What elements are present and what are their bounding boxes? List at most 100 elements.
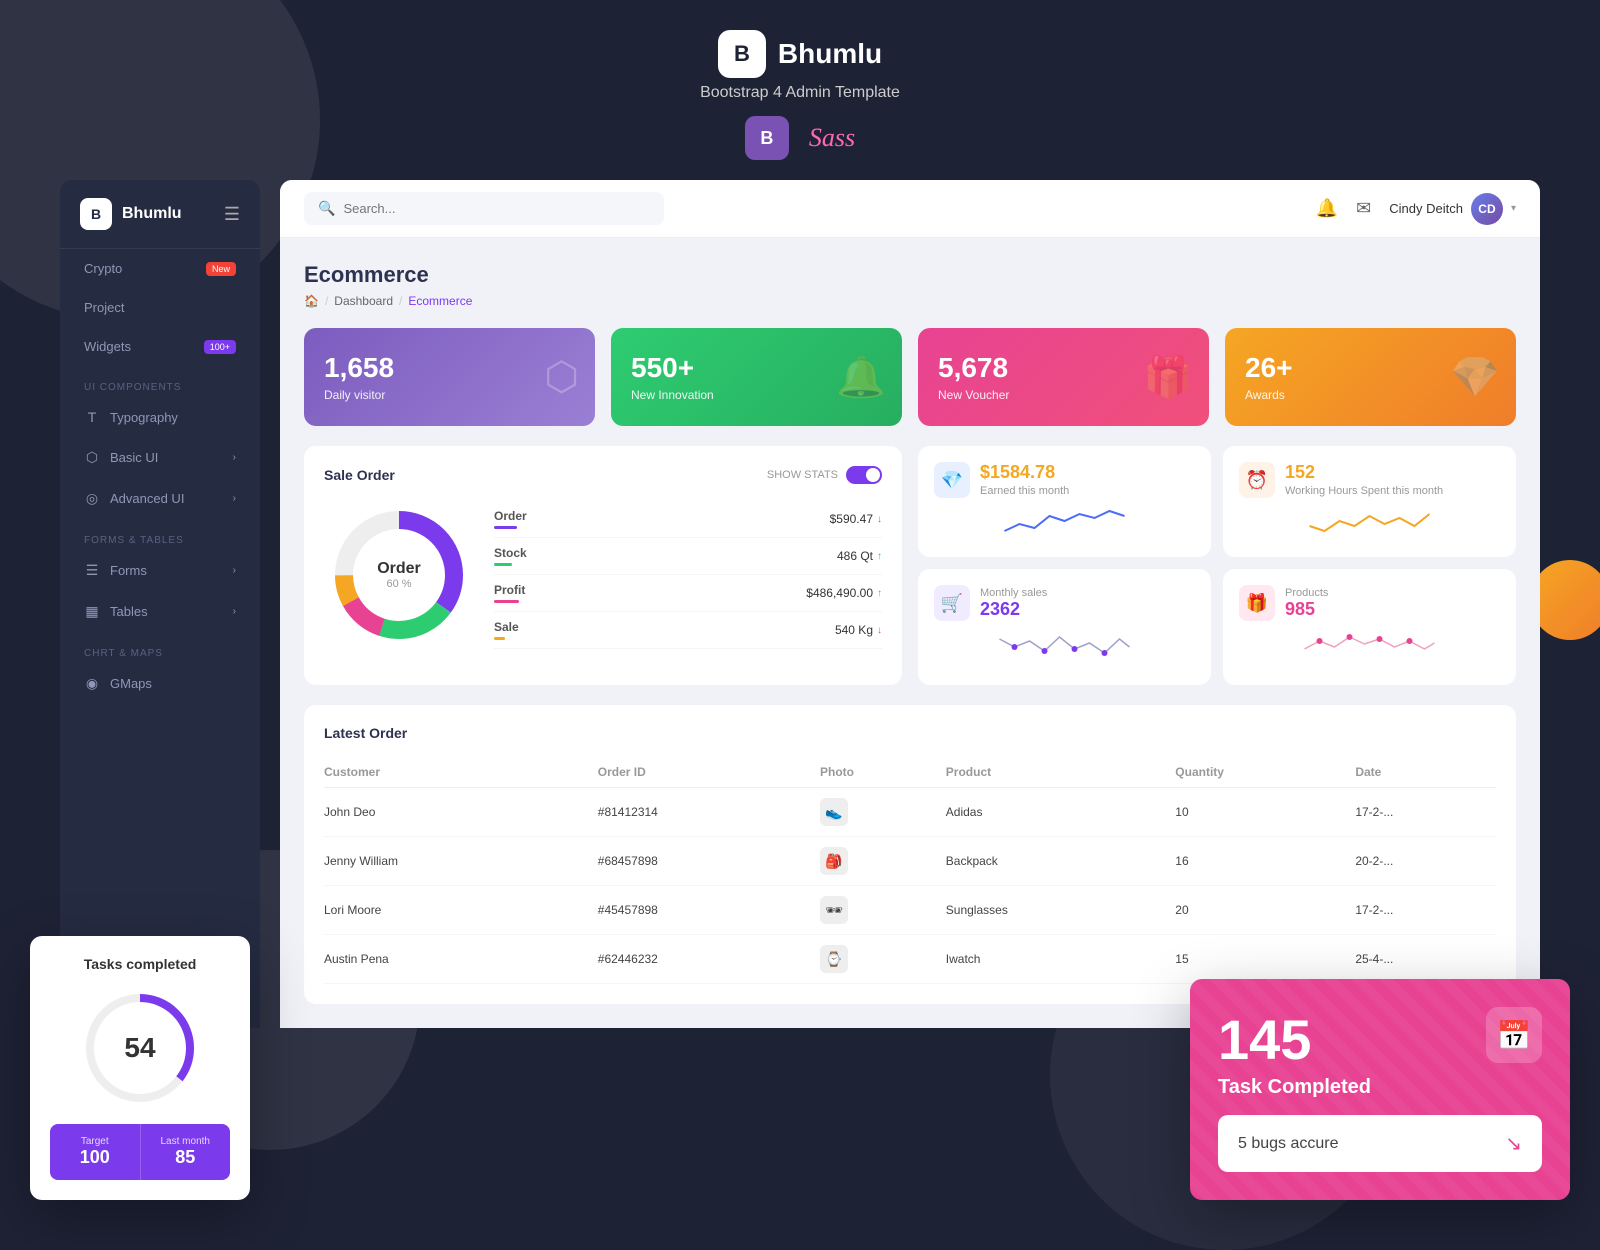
tasks-footer: Target 100 Last month 85 xyxy=(50,1124,230,1180)
mini-stat-earned: 💎 $1584.78 Earned this month xyxy=(918,446,1211,557)
tasks-circle: 54 xyxy=(50,988,230,1108)
col-quantity: Quantity xyxy=(1175,757,1355,788)
col-photo: Photo xyxy=(820,757,946,788)
sidebar-item-forms[interactable]: ☰ Forms › xyxy=(60,550,260,591)
col-customer: Customer xyxy=(324,757,598,788)
tasks-card: Tasks completed 54 Target 100 Last month… xyxy=(30,936,250,1200)
sidebar-brand-name: Bhumlu xyxy=(122,205,182,223)
sidebar-item-project[interactable]: Project xyxy=(60,288,260,327)
sidebar-badge-count: 100+ xyxy=(204,340,236,354)
tasks-number: 54 xyxy=(124,1032,155,1064)
hamburger-icon[interactable]: ☰ xyxy=(224,204,240,225)
gift-icon: 🎁 xyxy=(1239,585,1275,621)
breadcrumb-dashboard[interactable]: Dashboard xyxy=(334,294,393,308)
stat-row-order: Order $590.47 ↓ xyxy=(494,501,882,538)
task-bugs-card: 5 bugs accure ↘ xyxy=(1218,1115,1542,1172)
cell-date-2: 17-2-... xyxy=(1355,886,1496,935)
chevron-right-icon: › xyxy=(233,452,236,463)
chevron-right-icon-3: › xyxy=(233,565,236,576)
breadcrumb-home-icon: 🏠 xyxy=(304,294,319,308)
sidebar-item-typography[interactable]: T Typography xyxy=(60,397,260,437)
topnav: 🔍 🔔 ✉ Cindy Deitch CD ▾ xyxy=(280,180,1540,238)
mini-stat-hours-header: ⏰ 152 Working Hours Spent this month xyxy=(1239,462,1500,498)
arrow-down-icon-2: ↓ xyxy=(877,625,882,636)
basic-ui-icon: ⬡ xyxy=(84,449,100,466)
products-sparkline xyxy=(1239,629,1500,669)
chevron-right-icon-4: › xyxy=(233,606,236,617)
mini-stat-products-value: 985 xyxy=(1285,599,1328,620)
stat-card-new-voucher: 5,678 New Voucher 🎁 xyxy=(918,328,1209,426)
sidebar-item-advanced-ui[interactable]: ◎ Advanced UI › xyxy=(60,478,260,519)
mini-stat-products-sublabel: Products xyxy=(1285,587,1328,599)
sidebar-badge-new: New xyxy=(206,262,236,276)
tables-icon: ▦ xyxy=(84,603,100,620)
mini-stat-hours-value: 152 xyxy=(1285,462,1443,483)
col-order-id: Order ID xyxy=(598,757,820,788)
stat-row-order-value: $590.47 ↓ xyxy=(830,512,882,526)
forms-icon: ☰ xyxy=(84,562,100,579)
cell-product-0: Adidas xyxy=(946,788,1176,837)
tasks-title: Tasks completed xyxy=(50,956,230,972)
deco-orange-circle xyxy=(1530,560,1600,640)
sidebar-item-forms-label: Forms xyxy=(110,563,147,578)
latest-order-table: Customer Order ID Photo Product Quantity… xyxy=(324,757,1496,984)
stat-row-profit: Profit $486,490.00 ↑ xyxy=(494,575,882,612)
cell-date-3: 25-4-... xyxy=(1355,935,1496,984)
page-title: Ecommerce xyxy=(304,262,1516,288)
latest-order-title: Latest Order xyxy=(324,725,1496,741)
sidebar-item-gmaps[interactable]: ◉ GMaps xyxy=(60,663,260,704)
dashboard: 🔍 🔔 ✉ Cindy Deitch CD ▾ Ecommerce 🏠 / Da… xyxy=(280,180,1540,1028)
stat-deco-0: ⬡ xyxy=(544,354,579,400)
cell-qty-3: 15 xyxy=(1175,935,1355,984)
user-info[interactable]: Cindy Deitch CD ▾ xyxy=(1389,193,1516,225)
sidebar-item-widgets[interactable]: Widgets 100+ xyxy=(60,327,260,366)
stat-row-profit-value: $486,490.00 ↑ xyxy=(806,586,882,600)
tasks-last-month-value: 85 xyxy=(149,1147,223,1168)
bell-icon[interactable]: 🔔 xyxy=(1316,198,1338,219)
bootstrap-badge: B xyxy=(745,116,789,160)
sidebar-item-crypto[interactable]: Crypto New xyxy=(60,249,260,288)
toggle-switch[interactable] xyxy=(846,466,882,484)
stat-row-profit-label: Profit xyxy=(494,583,525,597)
stat-cards: 1,658 Daily visitor ⬡ 550+ New Innovatio… xyxy=(304,328,1516,426)
diamond-icon: 💎 xyxy=(934,462,970,498)
tagline: Bootstrap 4 Admin Template xyxy=(0,84,1600,102)
sidebar-item-basic-ui[interactable]: ⬡ Basic UI › xyxy=(60,437,260,478)
sidebar-item-crypto-label: Crypto xyxy=(84,261,122,276)
sidebar-item-tables[interactable]: ▦ Tables › xyxy=(60,591,260,632)
chevron-down-icon: ▾ xyxy=(1511,203,1516,214)
search-input[interactable] xyxy=(343,201,650,216)
cell-qty-2: 20 xyxy=(1175,886,1355,935)
show-stats-label: SHOW STATS xyxy=(767,469,838,481)
stat-row-stock-label: Stock xyxy=(494,546,527,560)
photo-thumb-0: 👟 xyxy=(820,798,848,826)
sidebar-item-project-label: Project xyxy=(84,300,124,315)
typography-icon: T xyxy=(84,409,100,425)
sale-stats: Order $590.47 ↓ Stock xyxy=(494,501,882,649)
chevron-right-icon-2: › xyxy=(233,493,236,504)
mail-icon[interactable]: ✉ xyxy=(1356,198,1371,219)
cell-qty-1: 16 xyxy=(1175,837,1355,886)
donut-label-main: Order xyxy=(377,560,421,578)
cell-customer-0: John Deo xyxy=(324,788,598,837)
bar-order xyxy=(494,526,517,529)
sales-sparkline xyxy=(934,629,1195,669)
sidebar: B Bhumlu ☰ Crypto New Project Widgets 10… xyxy=(60,180,260,1028)
bar-profit xyxy=(494,600,519,603)
table-row: John Deo #81412314 👟 Adidas 10 17-2-... xyxy=(324,788,1496,837)
sidebar-section-ui: UI Components xyxy=(60,366,260,397)
stat-label-0: Daily visitor xyxy=(324,388,575,402)
top-header: B Bhumlu Bootstrap 4 Admin Template B Sa… xyxy=(0,0,1600,180)
brand-logo: B Bhumlu xyxy=(718,30,882,78)
cell-orderid-0: #81412314 xyxy=(598,788,820,837)
search-box[interactable]: 🔍 xyxy=(304,192,664,225)
gmaps-icon: ◉ xyxy=(84,675,100,692)
mini-stat-hours-label: Working Hours Spent this month xyxy=(1285,485,1443,497)
donut-chart: Order 60 % xyxy=(324,500,474,650)
table-row: Jenny William #68457898 🎒 Backpack 16 20… xyxy=(324,837,1496,886)
cell-product-2: Sunglasses xyxy=(946,886,1176,935)
task-completed-label: Task Completed xyxy=(1218,1076,1542,1099)
table-header-row: Customer Order ID Photo Product Quantity… xyxy=(324,757,1496,788)
brand-name: Bhumlu xyxy=(778,38,882,70)
mini-stat-products-header: 🎁 Products 985 xyxy=(1239,585,1500,621)
